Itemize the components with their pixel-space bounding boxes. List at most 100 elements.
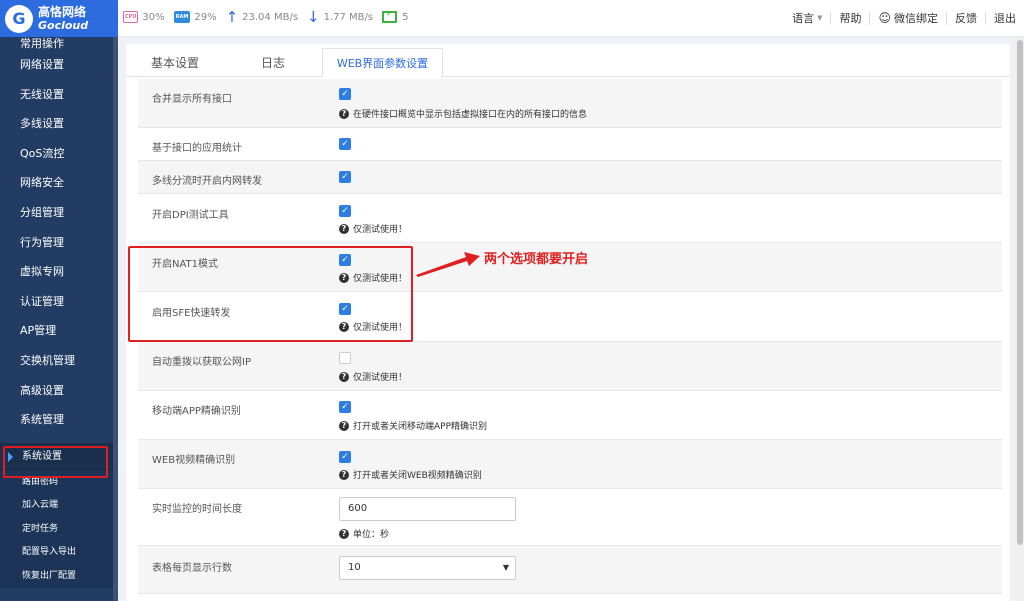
download-value: 1.77 MB/s xyxy=(323,11,374,23)
setting-checkbox[interactable]: ✓ xyxy=(339,451,351,463)
help-label: 帮助 xyxy=(839,12,862,25)
system-stats: CPU 30% RAM 29% ↑ 23.04 MB/s ↓ 1.77 MB/s… xyxy=(123,8,418,26)
help-icon: ? xyxy=(339,469,349,480)
sidebar-item-groups[interactable]: 分组管理 xyxy=(0,198,118,228)
sidebar-item-behavior[interactable]: 行为管理 xyxy=(0,228,118,258)
ram-icon: RAM xyxy=(173,11,191,23)
logout-label: 退出 xyxy=(994,12,1016,25)
download-stat: ↓ 1.77 MB/s xyxy=(307,10,374,25)
rows-per-page-select[interactable]: 10 ▼ xyxy=(339,556,516,580)
ram-value: 29% xyxy=(194,11,217,23)
setting-label: 实时监控的时间长度 xyxy=(152,504,242,515)
setting-row: 多线分流时开启内网转发 ✓ xyxy=(138,161,1002,194)
cpu-icon: CPU xyxy=(123,11,139,23)
sidebar-item-common[interactable]: 常用操作 xyxy=(0,37,118,50)
online-count: 5 xyxy=(402,11,409,23)
sidebar-item-advanced[interactable]: 高级设置 xyxy=(0,376,118,406)
brand-name-cn: 高恪网络 xyxy=(38,4,87,19)
sidebar-subitem-factory-reset[interactable]: 恢复出厂配置 xyxy=(0,564,118,589)
help-text: 打开或者关闭移动端APP精确识别 xyxy=(353,422,488,432)
setting-row-rows-per-page: 表格每页显示行数 10 ▼ xyxy=(138,546,1002,594)
setting-checkbox[interactable]: ✓ xyxy=(339,171,351,183)
help-text: 打开或者关闭WEB视频精确识别 xyxy=(353,471,482,481)
setting-help: ? 仅测试使用！ xyxy=(339,222,407,235)
top-bar: G 高恪网络 Gocloud CPU 30% RAM 29% ↑ 23.04 M… xyxy=(0,0,1024,37)
sidebar-item-switch[interactable]: 交换机管理 xyxy=(0,346,118,376)
upload-value: 23.04 MB/s xyxy=(242,11,299,23)
sidebar-subitem-scheduled-tasks[interactable]: 定时任务 xyxy=(0,517,118,542)
brand-logo[interactable]: G 高恪网络 Gocloud xyxy=(0,0,118,37)
setting-checkbox[interactable]: ✓ xyxy=(339,138,351,150)
setting-row: 自动重拨以获取公网IP ? 仅测试使用！ xyxy=(138,342,1002,391)
top-nav: 语言 ▼ 帮助 ☺ 微信绑定 反馈 退出 xyxy=(784,0,1024,37)
setting-help: ? 打开或者关闭WEB视频精确识别 xyxy=(339,468,482,481)
setting-help: ? 仅测试使用！ xyxy=(339,370,407,383)
sidebar: 常用操作 网络设置 无线设置 多线设置 QoS流控 网络安全 分组管理 行为管理… xyxy=(0,37,118,601)
sidebar-item-qos[interactable]: QoS流控 xyxy=(0,139,118,169)
logout-link[interactable]: 退出 xyxy=(985,12,1024,25)
help-text: 仅测试使用！ xyxy=(353,225,408,235)
sidebar-item-system-mgmt[interactable]: 系统管理 xyxy=(0,405,118,435)
sidebar-subitem-join-cloud[interactable]: 加入云端 xyxy=(0,494,118,518)
help-text: 仅测试使用！ xyxy=(353,373,408,383)
help-icon: ? xyxy=(339,223,349,234)
setting-label: 移动端APP精确识别 xyxy=(152,406,241,417)
monitor-length-input[interactable]: 600 xyxy=(339,497,516,521)
caret-down-icon: ▼ xyxy=(817,14,823,22)
tab-basic-settings[interactable]: 基本设置 xyxy=(126,48,224,78)
setting-help: ? 打开或者关闭移动端APP精确识别 xyxy=(339,419,487,432)
upload-stat: ↑ 23.04 MB/s xyxy=(225,8,299,26)
setting-label: 合并显示所有接口 xyxy=(152,94,232,105)
setting-help: ? 单位：秒 xyxy=(339,527,389,540)
highlight-box-sidebar xyxy=(3,446,108,478)
tab-bar: 基本设置 日志 WEB界面参数设置 xyxy=(126,44,1010,78)
page-scrollbar-thumb[interactable] xyxy=(1017,40,1023,545)
highlight-box-options xyxy=(128,246,413,342)
sidebar-item-ap[interactable]: AP管理 xyxy=(0,316,118,346)
help-link[interactable]: 帮助 xyxy=(830,12,869,25)
help-text: 在硬件接口概览中显示包括虚拟接口在内的所有接口的信息 xyxy=(353,110,588,120)
sidebar-subitem-config-import-export[interactable]: 配置导入导出 xyxy=(0,541,118,565)
feedback-link[interactable]: 反馈 xyxy=(946,12,985,25)
select-value: 10 xyxy=(348,562,361,573)
wechat-label: 微信绑定 xyxy=(894,12,938,25)
gocloud-logo-icon: G xyxy=(5,4,33,33)
setting-help: ? 在硬件接口概览中显示包括虚拟接口在内的所有接口的信息 xyxy=(339,107,587,120)
setting-label: 表格每页显示行数 xyxy=(152,563,232,574)
tab-logs[interactable]: 日志 xyxy=(224,48,322,78)
setting-label: 开启DPI测试工具 xyxy=(152,210,229,221)
setting-row: 移动端APP精确识别 ✓ ? 打开或者关闭移动端APP精确识别 xyxy=(138,391,1002,440)
sidebar-item-network[interactable]: 网络设置 xyxy=(0,50,118,80)
brand-name-en: Gocloud xyxy=(38,18,89,32)
setting-checkbox[interactable] xyxy=(339,352,351,364)
sidebar-item-security[interactable]: 网络安全 xyxy=(0,168,118,198)
setting-label: 基于接口的应用统计 xyxy=(152,143,242,154)
setting-checkbox[interactable]: ✓ xyxy=(339,88,351,100)
upload-arrow-icon: ↑ xyxy=(225,8,239,26)
annotation-text: 两个选项都要开启 xyxy=(484,252,589,267)
tab-web-ui-settings[interactable]: WEB界面参数设置 xyxy=(322,48,443,78)
wechat-bind-link[interactable]: ☺ 微信绑定 xyxy=(869,12,946,25)
wechat-icon: ☺ xyxy=(878,11,891,25)
setting-label: 多线分流时开启内网转发 xyxy=(152,176,262,187)
setting-checkbox[interactable]: ✓ xyxy=(339,205,351,217)
setting-checkbox[interactable]: ✓ xyxy=(339,401,351,413)
language-menu[interactable]: 语言 ▼ xyxy=(784,12,830,25)
cpu-stat: CPU 30% xyxy=(123,11,165,23)
language-label: 语言 xyxy=(792,12,815,25)
cpu-value: 30% xyxy=(142,11,165,23)
online-stat: 5 xyxy=(382,9,409,23)
annotation-arrow-icon xyxy=(416,252,480,277)
sidebar-item-auth[interactable]: 认证管理 xyxy=(0,287,118,317)
ram-stat: RAM 29% xyxy=(173,11,217,23)
help-icon: ? xyxy=(339,420,349,431)
help-icon: ? xyxy=(339,371,349,382)
sidebar-item-multiline[interactable]: 多线设置 xyxy=(0,109,118,139)
feedback-label: 反馈 xyxy=(955,12,977,25)
help-icon: ? xyxy=(339,528,349,539)
sidebar-item-vpn[interactable]: 虚拟专网 xyxy=(0,257,118,287)
setting-row: 基于接口的应用统计 ✓ xyxy=(138,128,1002,161)
sidebar-item-wireless[interactable]: 无线设置 xyxy=(0,80,118,110)
help-text: 单位：秒 xyxy=(353,530,390,540)
sidebar-scrollbar[interactable] xyxy=(113,37,118,601)
